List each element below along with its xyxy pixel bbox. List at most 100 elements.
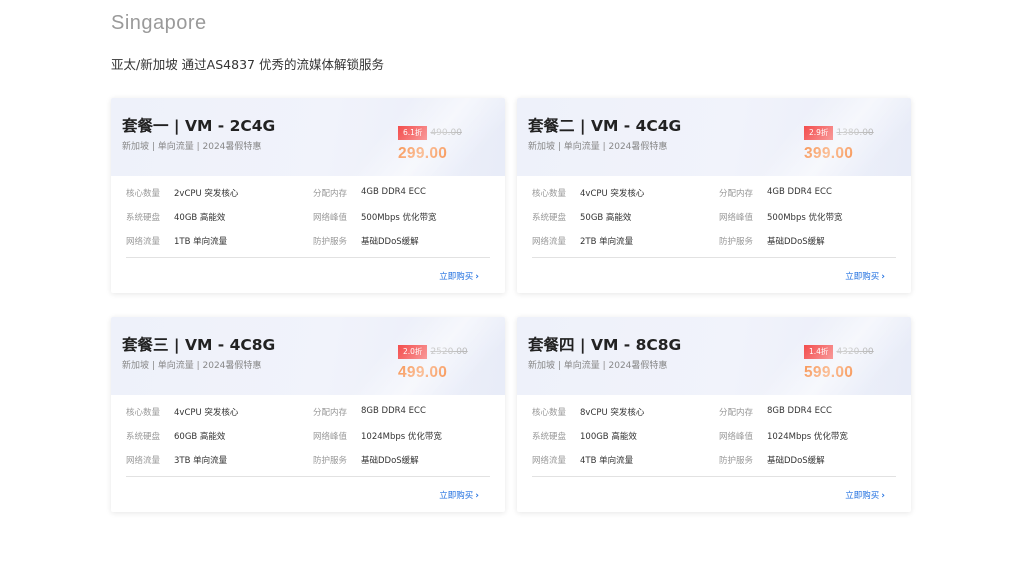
- plan-subtitle: 新加坡 | 单向流量 | 2024暑假特惠: [528, 142, 668, 152]
- plan-name: 套餐三 | VM - 4C8G: [122, 336, 276, 354]
- current-price: 299.00: [398, 145, 448, 162]
- plan-subtitle: 新加坡 | 单向流量 | 2024暑假特惠: [528, 361, 668, 371]
- current-price: 399.00: [804, 145, 854, 162]
- buy-now-label: 立即购买: [439, 272, 474, 282]
- spec-row: 核心数量 4vCPU 突发核心 分配内存 4GB DDR4 ECC: [532, 187, 896, 211]
- plan-card: 套餐四 | VM - 8C8G 新加坡 | 单向流量 | 2024暑假特惠 1.…: [517, 317, 911, 512]
- spec-label-bandwidth: 网络峰值: [719, 432, 754, 442]
- discount-badge: 2.0折: [398, 344, 428, 359]
- chevron-right-icon: ›: [475, 491, 479, 501]
- spec-list: 核心数量 4vCPU 突发核心 分配内存 8GB DDR4 ECC 系统硬盘 6…: [126, 406, 490, 478]
- plan-name: 套餐一 | VM - 2C4G: [122, 117, 276, 135]
- spec-value-disk: 100GB 高能效: [580, 432, 637, 442]
- spec-value-bandwidth: 500Mbps 优化带宽: [361, 213, 437, 223]
- buy-now-link[interactable]: 立即购买 ›: [845, 489, 885, 501]
- original-price: 1380.00: [836, 127, 874, 138]
- spec-row: 网络流量 1TB 单向流量 防护服务 基础DDoS缓解: [126, 235, 490, 259]
- spec-label-disk: 系统硬盘: [126, 432, 161, 442]
- spec-label-protection: 防护服务: [313, 456, 348, 466]
- current-price: 599.00: [804, 364, 854, 381]
- buy-now-link[interactable]: 立即购买 ›: [439, 270, 479, 282]
- spec-value-disk: 50GB 高能效: [580, 213, 632, 223]
- spec-row: 核心数量 2vCPU 突发核心 分配内存 4GB DDR4 ECC: [126, 187, 490, 211]
- spec-list: 核心数量 8vCPU 突发核心 分配内存 8GB DDR4 ECC 系统硬盘 1…: [532, 406, 896, 478]
- spec-label-cpu: 核心数量: [532, 189, 567, 199]
- price-box: 2.9折 1380.00 399.00: [804, 122, 904, 163]
- discount-badge: 1.4折: [804, 344, 834, 359]
- plan-card: 套餐二 | VM - 4C4G 新加坡 | 单向流量 | 2024暑假特惠 2.…: [517, 98, 911, 293]
- spec-label-bandwidth: 网络峰值: [313, 432, 348, 442]
- price-box: 2.0折 2520.00 499.00: [398, 341, 498, 382]
- buy-now-label: 立即购买: [845, 272, 880, 282]
- spec-value-memory: 4GB DDR4 ECC: [767, 187, 832, 197]
- spec-label-bandwidth: 网络峰值: [313, 213, 348, 223]
- region-title: Singapore: [111, 12, 207, 34]
- plan-card-header: 套餐二 | VM - 4C4G 新加坡 | 单向流量 | 2024暑假特惠 2.…: [517, 98, 911, 176]
- spec-value-disk: 60GB 高能效: [174, 432, 226, 442]
- spec-row: 网络流量 3TB 单向流量 防护服务 基础DDoS缓解: [126, 454, 490, 478]
- spec-row: 系统硬盘 40GB 高能效 网络峰值 500Mbps 优化带宽: [126, 211, 490, 235]
- divider: [532, 257, 896, 258]
- original-price: 490.00: [430, 127, 462, 138]
- region-description: 亚太/新加坡 通过AS4837 优秀的流媒体解锁服务: [111, 57, 384, 72]
- spec-value-disk: 40GB 高能效: [174, 213, 226, 223]
- spec-label-cpu: 核心数量: [126, 189, 161, 199]
- spec-row: 系统硬盘 100GB 高能效 网络峰值 1024Mbps 优化带宽: [532, 430, 896, 454]
- divider: [126, 257, 490, 258]
- spec-value-bandwidth: 1024Mbps 优化带宽: [767, 432, 848, 442]
- spec-label-disk: 系统硬盘: [532, 432, 567, 442]
- chevron-right-icon: ›: [881, 272, 885, 282]
- spec-value-protection: 基础DDoS缓解: [361, 237, 419, 247]
- chevron-right-icon: ›: [881, 491, 885, 501]
- buy-now-link[interactable]: 立即购买 ›: [439, 489, 479, 501]
- divider: [532, 476, 896, 477]
- spec-value-memory: 8GB DDR4 ECC: [361, 406, 426, 416]
- original-price: 4320.00: [836, 346, 874, 357]
- spec-value-traffic: 2TB 单向流量: [580, 237, 634, 247]
- spec-label-traffic: 网络流量: [532, 456, 567, 466]
- spec-value-memory: 8GB DDR4 ECC: [767, 406, 832, 416]
- spec-value-protection: 基础DDoS缓解: [767, 456, 825, 466]
- plan-subtitle: 新加坡 | 单向流量 | 2024暑假特惠: [122, 142, 262, 152]
- spec-label-disk: 系统硬盘: [126, 213, 161, 223]
- plan-subtitle: 新加坡 | 单向流量 | 2024暑假特惠: [122, 361, 262, 371]
- plan-card-header: 套餐一 | VM - 2C4G 新加坡 | 单向流量 | 2024暑假特惠 6.…: [111, 98, 505, 176]
- spec-row: 核心数量 8vCPU 突发核心 分配内存 8GB DDR4 ECC: [532, 406, 896, 430]
- spec-value-traffic: 4TB 单向流量: [580, 456, 634, 466]
- spec-label-traffic: 网络流量: [532, 237, 567, 247]
- spec-value-cpu: 4vCPU 突发核心: [174, 408, 239, 418]
- spec-label-bandwidth: 网络峰值: [719, 213, 754, 223]
- discount-badge: 2.9折: [804, 125, 834, 140]
- buy-now-label: 立即购买: [845, 491, 880, 501]
- plan-card-header: 套餐三 | VM - 4C8G 新加坡 | 单向流量 | 2024暑假特惠 2.…: [111, 317, 505, 395]
- spec-value-cpu: 4vCPU 突发核心: [580, 189, 645, 199]
- price-box: 1.4折 4320.00 599.00: [804, 341, 904, 382]
- buy-now-link[interactable]: 立即购买 ›: [845, 270, 885, 282]
- spec-label-traffic: 网络流量: [126, 456, 161, 466]
- spec-label-memory: 分配内存: [313, 189, 348, 199]
- spec-list: 核心数量 4vCPU 突发核心 分配内存 4GB DDR4 ECC 系统硬盘 5…: [532, 187, 896, 259]
- spec-row: 网络流量 4TB 单向流量 防护服务 基础DDoS缓解: [532, 454, 896, 478]
- spec-value-protection: 基础DDoS缓解: [767, 237, 825, 247]
- spec-label-traffic: 网络流量: [126, 237, 161, 247]
- spec-value-bandwidth: 500Mbps 优化带宽: [767, 213, 843, 223]
- spec-row: 系统硬盘 60GB 高能效 网络峰值 1024Mbps 优化带宽: [126, 430, 490, 454]
- discount-badge: 6.1折: [398, 125, 428, 140]
- spec-label-memory: 分配内存: [719, 189, 754, 199]
- plan-card-header: 套餐四 | VM - 8C8G 新加坡 | 单向流量 | 2024暑假特惠 1.…: [517, 317, 911, 395]
- plan-card: 套餐三 | VM - 4C8G 新加坡 | 单向流量 | 2024暑假特惠 2.…: [111, 317, 505, 512]
- spec-row: 核心数量 4vCPU 突发核心 分配内存 8GB DDR4 ECC: [126, 406, 490, 430]
- spec-label-protection: 防护服务: [719, 456, 754, 466]
- spec-value-protection: 基础DDoS缓解: [361, 456, 419, 466]
- original-price: 2520.00: [430, 346, 468, 357]
- spec-label-cpu: 核心数量: [126, 408, 161, 418]
- plan-name: 套餐二 | VM - 4C4G: [528, 117, 682, 135]
- spec-label-protection: 防护服务: [719, 237, 754, 247]
- spec-value-cpu: 2vCPU 突发核心: [174, 189, 239, 199]
- price-box: 6.1折 490.00 299.00: [398, 122, 498, 163]
- spec-value-traffic: 1TB 单向流量: [174, 237, 228, 247]
- current-price: 499.00: [398, 364, 448, 381]
- spec-row: 系统硬盘 50GB 高能效 网络峰值 500Mbps 优化带宽: [532, 211, 896, 235]
- spec-row: 网络流量 2TB 单向流量 防护服务 基础DDoS缓解: [532, 235, 896, 259]
- spec-label-cpu: 核心数量: [532, 408, 567, 418]
